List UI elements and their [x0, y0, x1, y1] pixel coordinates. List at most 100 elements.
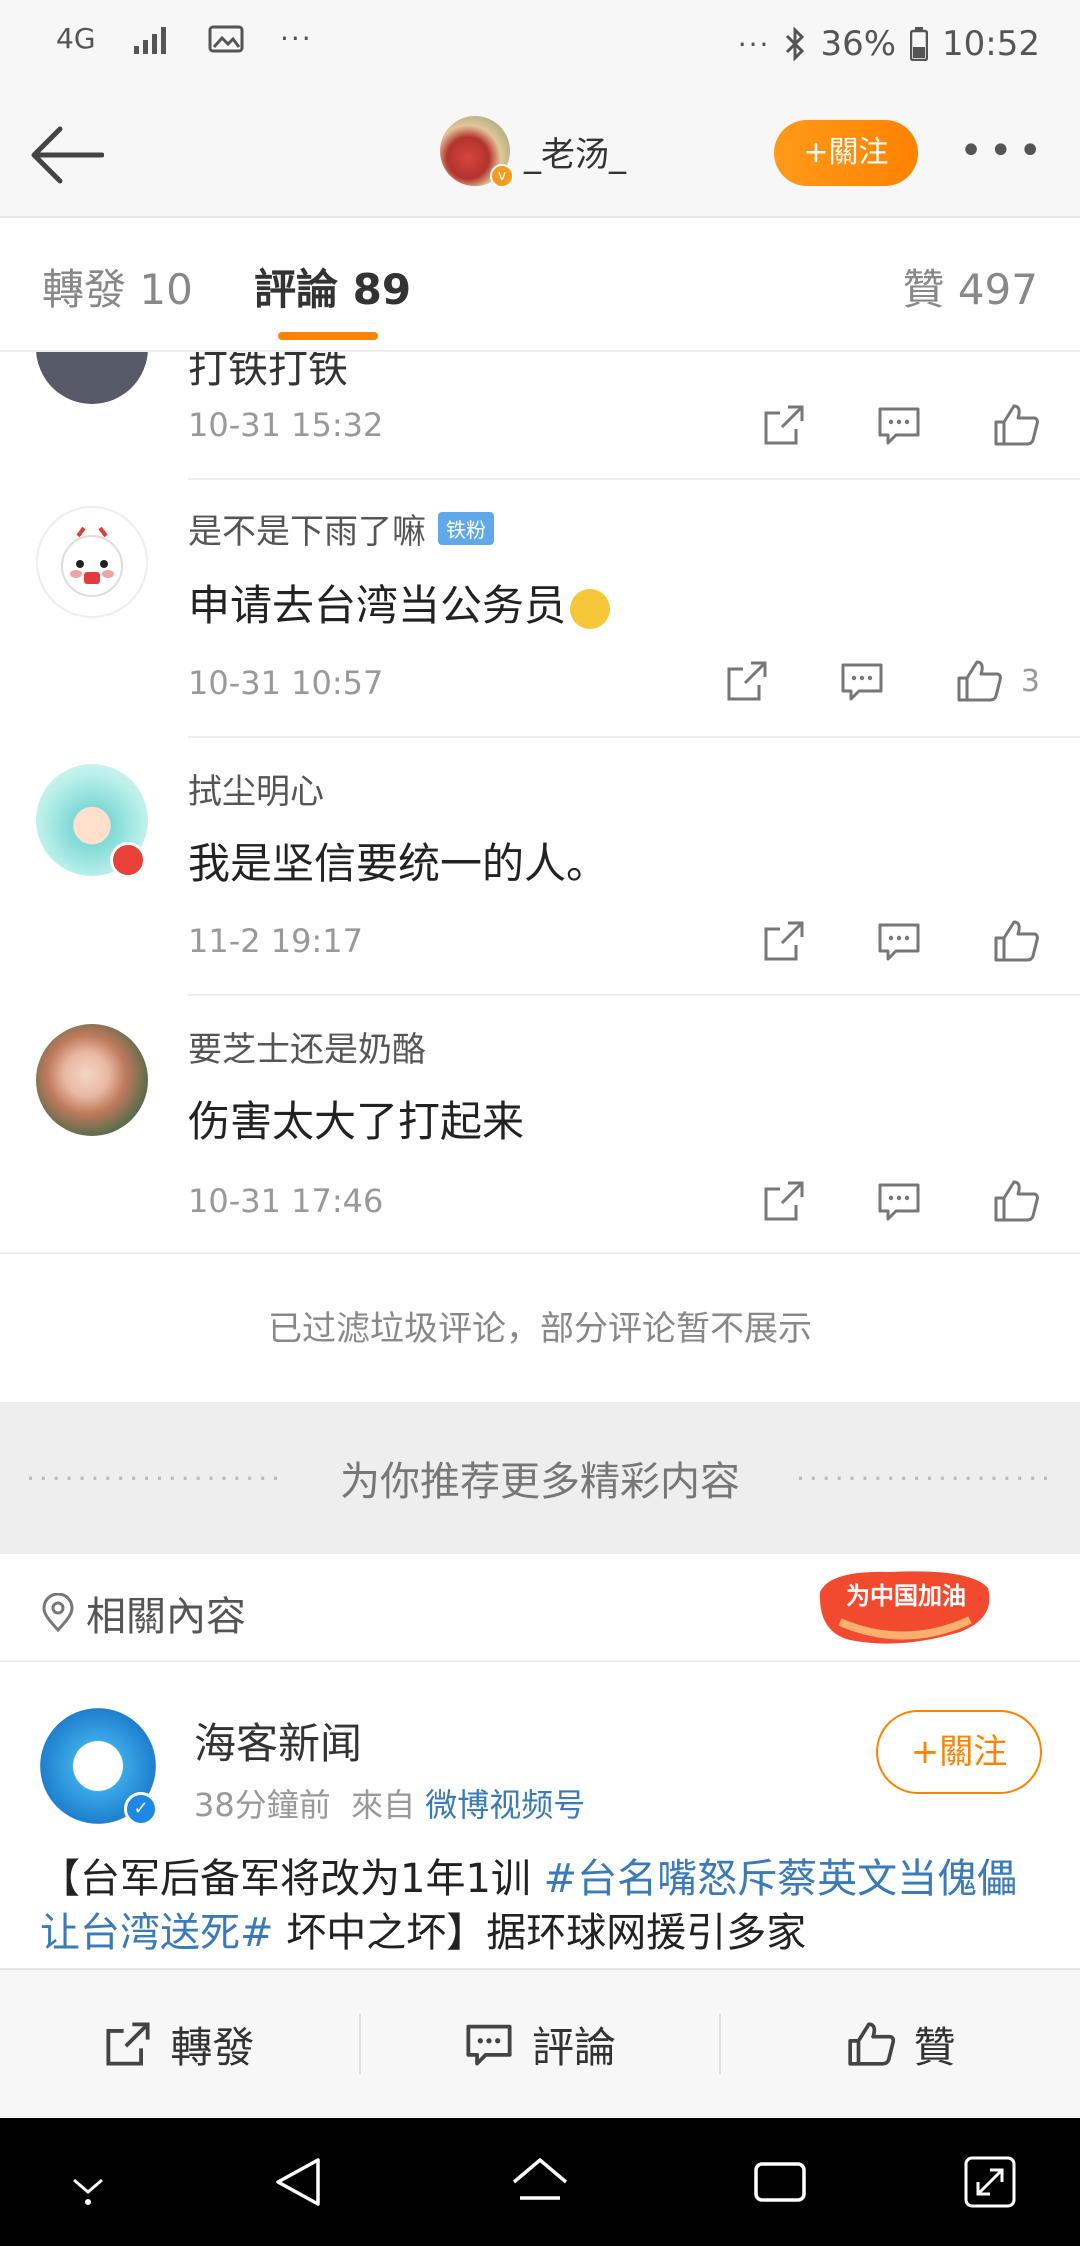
comment-label: 評論 [532, 2022, 617, 2072]
promo-banner[interactable]: 为中国加油 [810, 1562, 1000, 1654]
comment-icon[interactable] [876, 403, 922, 447]
tab-reposts[interactable]: 轉發 10 [42, 256, 193, 317]
comment-text: 申请去台湾当公务员 [188, 572, 611, 633]
notification-more-icon: ··· [280, 22, 313, 55]
verified-badge-icon: ✓ [124, 1792, 158, 1826]
repost-icon[interactable] [762, 1179, 806, 1223]
card-text-tail: 坏中之坏】据环球网援引多家 [273, 1910, 807, 1956]
comment-time: 10-31 10:57 [188, 664, 384, 702]
comment-divider [188, 478, 1080, 480]
battery-percent: 36% [820, 24, 897, 64]
back-arrow-icon[interactable] [30, 122, 104, 188]
repost-icon [106, 2022, 150, 2066]
fan-badge: 铁粉 [438, 512, 494, 545]
network-type-label: 4G [56, 21, 96, 55]
battery-icon [910, 27, 929, 61]
comment-icon[interactable] [839, 659, 885, 703]
sweat-emoji-icon [570, 588, 611, 629]
back-icon[interactable] [270, 2152, 330, 2212]
comment-icon[interactable] [876, 1179, 922, 1223]
comment-divider [188, 994, 1080, 996]
comment-avatar[interactable] [36, 352, 148, 404]
comment-author[interactable]: 要芝士还是奶酪 [188, 1022, 426, 1071]
follow-button[interactable]: +關注 [774, 120, 918, 186]
like-icon[interactable] [992, 918, 1040, 964]
active-tab-indicator [278, 332, 378, 340]
clock: 10:52 [942, 24, 1040, 64]
card-meta: 38分鐘前 來自 微博视频号 [194, 1780, 585, 1826]
card-author-name[interactable]: 海客新闻 [194, 1710, 362, 1771]
bottom-action-bar: 轉發 評論 贊 [0, 1968, 1080, 2118]
like-icon[interactable] [955, 658, 1003, 704]
comment-button[interactable]: 評論 [361, 1970, 720, 2118]
comment-divider [188, 736, 1080, 738]
related-label[interactable]: 相關內容 [40, 1584, 246, 1642]
card-avatar[interactable]: ✓ [40, 1708, 158, 1826]
home-icon[interactable] [508, 2152, 572, 2212]
recommend-text: 为你推荐更多精彩内容 [340, 1459, 740, 1505]
comment-time: 10-31 15:32 [188, 406, 384, 444]
signal-icon [134, 26, 166, 54]
comment-author-row: 是不是下雨了嘛 铁粉 [188, 504, 494, 553]
comment-actions [762, 918, 1040, 964]
card-follow-button[interactable]: +關注 [876, 1710, 1042, 1794]
expand-icon[interactable] [960, 2152, 1020, 2212]
comment-avatar[interactable] [36, 1024, 148, 1136]
like-icon [848, 2022, 895, 2066]
comment-author[interactable]: 是不是下雨了嘛 [188, 504, 426, 553]
repost-icon[interactable] [725, 659, 769, 703]
divider-dots: ···················· [25, 1461, 284, 1495]
author-header[interactable]: v _老汤_ [440, 116, 626, 188]
comment-list[interactable]: 打铁打铁 10-31 15:32 是不是下雨了嘛 铁粉 申请去台湾当公务员 10… [0, 352, 1080, 1252]
vip-badge-icon [110, 842, 146, 878]
comment-author[interactable]: 拭尘明心 [188, 764, 324, 813]
comment-text: 伤害太大了打起来 [188, 1097, 525, 1146]
comment-text: 打铁打铁 [188, 352, 348, 392]
location-pin-icon [42, 1593, 74, 1633]
comment-avatar[interactable] [36, 506, 148, 618]
comment-actions [762, 402, 1040, 448]
top-navigation: v _老汤_ +關注 ••• [0, 92, 1080, 218]
like-count: 3 [1020, 663, 1040, 699]
comment-icon[interactable] [876, 919, 922, 963]
related-post-card[interactable]: ✓ 海客新闻 38分鐘前 來自 微博视频号 +關注 【台军后备军将改为1年1训 … [0, 1662, 1080, 1968]
repost-label: 轉發 [170, 2022, 255, 2072]
comment-actions: 3 [725, 658, 1040, 704]
related-label-text: 相關內容 [86, 1594, 246, 1640]
more-icon[interactable]: ••• [959, 131, 1048, 171]
like-label: 贊 [913, 2022, 956, 2072]
comment-time: 11-2 19:17 [188, 922, 364, 960]
promo-text: 为中国加油 [846, 1582, 966, 1610]
like-icon[interactable] [992, 1178, 1040, 1224]
repost-icon[interactable] [762, 919, 806, 963]
system-navigation-bar [0, 2118, 1080, 2246]
status-more-icon: ··· [737, 27, 771, 61]
repost-button[interactable]: 轉發 [0, 1970, 359, 2118]
status-bar: 4G ··· ··· 36% 10:52 [0, 0, 1080, 92]
card-time: 38分鐘前 [194, 1786, 331, 1824]
author-name[interactable]: _老汤_ [524, 127, 626, 176]
bluetooth-icon [786, 27, 805, 61]
related-content-header: 相關內容 为中国加油 [0, 1554, 1080, 1662]
recent-apps-icon[interactable] [748, 2152, 812, 2212]
image-icon [208, 25, 244, 52]
comment-text-content: 申请去台湾当公务员 [188, 581, 567, 630]
comment-text: 我是坚信要统一的人。 [188, 839, 609, 888]
card-text-lead: 【台军后备军将改为1年1训 [40, 1856, 544, 1902]
like-button[interactable]: 贊 [721, 1970, 1080, 2118]
divider-dots: ···················· [796, 1461, 1055, 1495]
card-from-label: 來自 [351, 1786, 416, 1824]
repost-icon[interactable] [762, 403, 806, 447]
filtered-comments-notice: 已过滤垃圾评论，部分评论暂不展示 [0, 1252, 1080, 1402]
like-icon[interactable] [992, 402, 1040, 448]
author-avatar[interactable]: v [440, 116, 514, 188]
tab-likes[interactable]: 贊 497 [902, 256, 1038, 317]
recommend-banner: ···················· 为你推荐更多精彩内容 ········… [0, 1402, 1080, 1554]
comment-time: 10-31 17:46 [188, 1182, 384, 1220]
comment-icon [466, 2024, 512, 2066]
verified-badge-icon: v [490, 164, 514, 188]
tab-comments[interactable]: 評論 89 [254, 256, 411, 317]
collapse-icon[interactable] [64, 2152, 112, 2212]
card-source-link[interactable]: 微博视频号 [425, 1786, 585, 1824]
card-text: 【台军后备军将改为1年1训 #台名嘴怒斥蔡英文当傀儡让台湾送死# 坏中之坏】据环… [40, 1852, 1050, 1960]
